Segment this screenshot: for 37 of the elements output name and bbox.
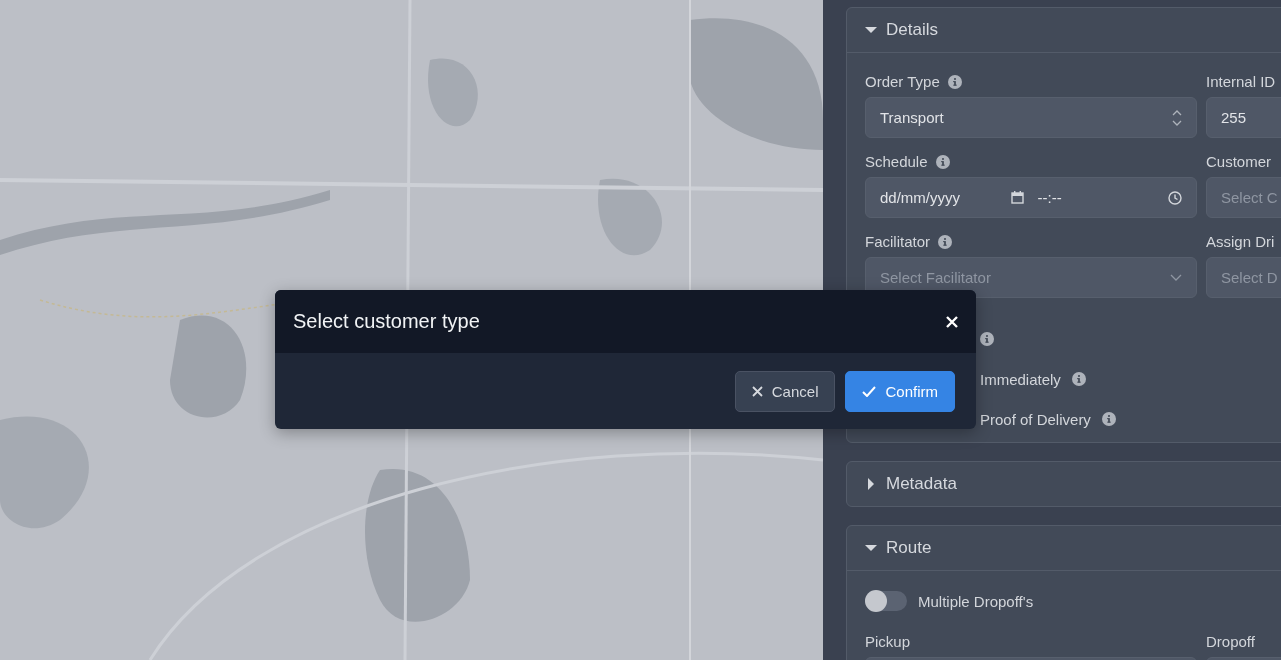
- field-label: Dropoff: [1206, 633, 1255, 650]
- caret-right-icon: [865, 478, 877, 490]
- caret-down-icon: [865, 24, 877, 36]
- toggle-switch[interactable]: [865, 591, 907, 611]
- confirm-button[interactable]: Confirm: [845, 370, 955, 412]
- section-header[interactable]: Details: [847, 8, 1281, 53]
- select-field[interactable]: Transport: [865, 97, 1197, 138]
- info-icon: [938, 234, 953, 249]
- text-field[interactable]: 255: [1206, 97, 1281, 138]
- cancel-button[interactable]: Cancel: [734, 370, 836, 412]
- checkbox-label: Immediately: [980, 370, 1061, 388]
- field-label: Schedule: [865, 153, 928, 170]
- field-label: Assign Dri: [1206, 233, 1275, 250]
- field-label: Pickup: [865, 633, 911, 650]
- toggle-label: Multiple Dropoff's: [918, 592, 1034, 610]
- clock-icon: [1168, 190, 1182, 205]
- close-icon: [751, 385, 763, 397]
- field-label: Facilitator: [865, 233, 931, 250]
- info-icon: [947, 74, 962, 89]
- datetime-field[interactable]: dd/mm/yyyy --:--: [865, 177, 1197, 218]
- calendar-icon: [1010, 191, 1024, 204]
- check-icon: [862, 385, 877, 397]
- section-header[interactable]: Metadata: [847, 462, 1281, 506]
- sort-icon: [1172, 109, 1182, 126]
- field-label: Internal ID: [1206, 73, 1276, 90]
- close-icon[interactable]: [946, 315, 958, 328]
- chevron-down-icon: [1170, 274, 1182, 281]
- info-icon: [1101, 412, 1116, 426]
- field-label: Order Type: [865, 73, 940, 90]
- info-icon: [1071, 372, 1086, 386]
- info-icon: [980, 332, 994, 346]
- info-icon: [935, 154, 950, 169]
- caret-down-icon: [865, 542, 877, 554]
- checkbox-label: Proof of Delivery: [980, 410, 1091, 428]
- field-label: Customer: [1206, 153, 1272, 170]
- section-header[interactable]: Route: [847, 526, 1281, 571]
- dialog-title: Select customer type: [293, 310, 480, 333]
